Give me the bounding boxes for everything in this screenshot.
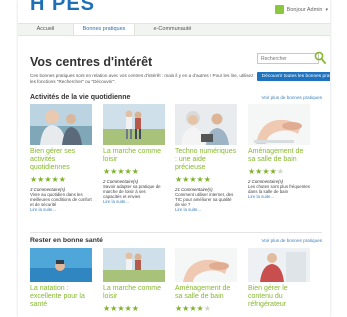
card-title[interactable]: La marche comme loisir bbox=[103, 148, 165, 164]
card-image-walking-couple[interactable] bbox=[103, 248, 165, 282]
practice-card[interactable]: La natation : excellente pour la santé bbox=[30, 248, 92, 309]
rating-stars: ★★★★★ bbox=[30, 175, 66, 184]
page: H PES Bonjour Admin ▾ Accueil Bonnes pra… bbox=[18, 0, 330, 317]
card-image-bathroom-hand[interactable] bbox=[175, 248, 237, 282]
card-image-computer-users[interactable] bbox=[175, 104, 237, 145]
rating-stars: ★★★★★ bbox=[175, 175, 211, 184]
read-more-link[interactable]: Lire la suite... bbox=[175, 207, 237, 212]
rating-stars: ★★★★★ bbox=[175, 304, 211, 313]
section-header: Activités de la vie quotidienne Voir plu… bbox=[30, 94, 322, 104]
section-header: Rester en bonne santé Voir plus de bonne… bbox=[30, 237, 322, 247]
user-menu[interactable]: Bonjour Admin ▾ bbox=[274, 5, 328, 14]
card-image-bathroom-hand[interactable] bbox=[248, 104, 310, 145]
card-image-swimmer[interactable] bbox=[30, 248, 92, 282]
see-more-link[interactable]: Voir plus de bonnes pratiques bbox=[261, 95, 322, 100]
tab-bonnes-pratiques[interactable]: Bonnes pratiques bbox=[73, 24, 135, 35]
logo[interactable]: H PES bbox=[30, 0, 95, 16]
practice-card[interactable]: Bien gérer ses activités quotidiennes ★★… bbox=[30, 104, 92, 212]
read-more-link[interactable]: Lire la suite... bbox=[248, 194, 310, 199]
section-title: Activités de la vie quotidienne bbox=[30, 94, 131, 101]
intro-text: Ces bonnes pratiques sont en relation av… bbox=[30, 73, 254, 84]
read-more-link[interactable]: Lire la suite... bbox=[30, 207, 92, 212]
rating-stars: ★★★★★ bbox=[103, 304, 139, 313]
chevron-down-icon[interactable]: ▾ bbox=[325, 7, 328, 13]
practice-card[interactable]: La marche comme loisir ★★★★★ bbox=[103, 248, 165, 313]
tab-e-communaute[interactable]: e-Communauté bbox=[135, 24, 210, 35]
practice-card[interactable]: Aménagement de sa salle de bain ★★★★★ 2 … bbox=[248, 104, 310, 199]
card-title[interactable]: Aménagement de sa salle de bain bbox=[248, 148, 310, 164]
discover-all-button[interactable]: Découvrir toutes les bonnes pratiques bbox=[257, 72, 330, 81]
practice-card[interactable]: La marche comme loisir ★★★★★ 2 Commentai… bbox=[103, 104, 165, 204]
header: H PES Bonjour Admin ▾ bbox=[18, 0, 330, 22]
card-title[interactable]: La natation : excellente pour la santé bbox=[30, 285, 92, 309]
card-description: Comment utiliser internet, des TIC pour … bbox=[175, 192, 234, 207]
avatar[interactable] bbox=[274, 5, 284, 14]
card-image-elderly-man[interactable] bbox=[30, 104, 92, 145]
card-description: Les chutes sont plus fréquentes dans la … bbox=[248, 184, 310, 194]
card-title[interactable]: Techno numériques : une aide précieuse bbox=[175, 148, 237, 172]
practice-card[interactable]: Aménagement de sa salle de bain ★★★★★ bbox=[175, 248, 237, 313]
search-input[interactable] bbox=[257, 53, 319, 64]
main-nav: Accueil Bonnes pratiques e-Communauté bbox=[18, 23, 330, 36]
section-divider bbox=[30, 232, 322, 233]
card-title[interactable]: Aménagement de sa salle de bain bbox=[175, 285, 237, 301]
rating-stars: ★★★★★ bbox=[103, 167, 139, 176]
card-image-woman-fridge[interactable] bbox=[248, 248, 310, 282]
card-title[interactable]: La marche comme loisir bbox=[103, 285, 165, 301]
section-title: Rester en bonne santé bbox=[30, 237, 103, 244]
page-title: Vos centres d'intérêt bbox=[30, 55, 153, 69]
card-title[interactable]: Bien gérer le contenu du réfrigérateur bbox=[248, 285, 310, 309]
search-icon[interactable] bbox=[314, 51, 326, 65]
card-description: Vivre au quotidien dans les meilleures c… bbox=[30, 192, 92, 207]
card-description: Savoir adapter sa pratique de marche de … bbox=[103, 184, 161, 199]
user-greeting[interactable]: Bonjour Admin bbox=[287, 7, 323, 13]
read-more-link[interactable]: Lire la suite... bbox=[103, 199, 165, 204]
tab-accueil[interactable]: Accueil bbox=[18, 24, 73, 35]
see-more-link[interactable]: Voir plus de bonnes pratiques bbox=[261, 238, 322, 243]
card-title[interactable]: Bien gérer ses activités quotidiennes bbox=[30, 148, 92, 172]
rating-stars: ★★★★★ bbox=[248, 167, 284, 176]
search-box bbox=[257, 51, 326, 64]
practice-card[interactable]: Bien gérer le contenu du réfrigérateur bbox=[248, 248, 310, 309]
card-image-walking-couple[interactable] bbox=[103, 104, 165, 145]
practice-card[interactable]: Techno numériques : une aide précieuse ★… bbox=[175, 104, 237, 212]
